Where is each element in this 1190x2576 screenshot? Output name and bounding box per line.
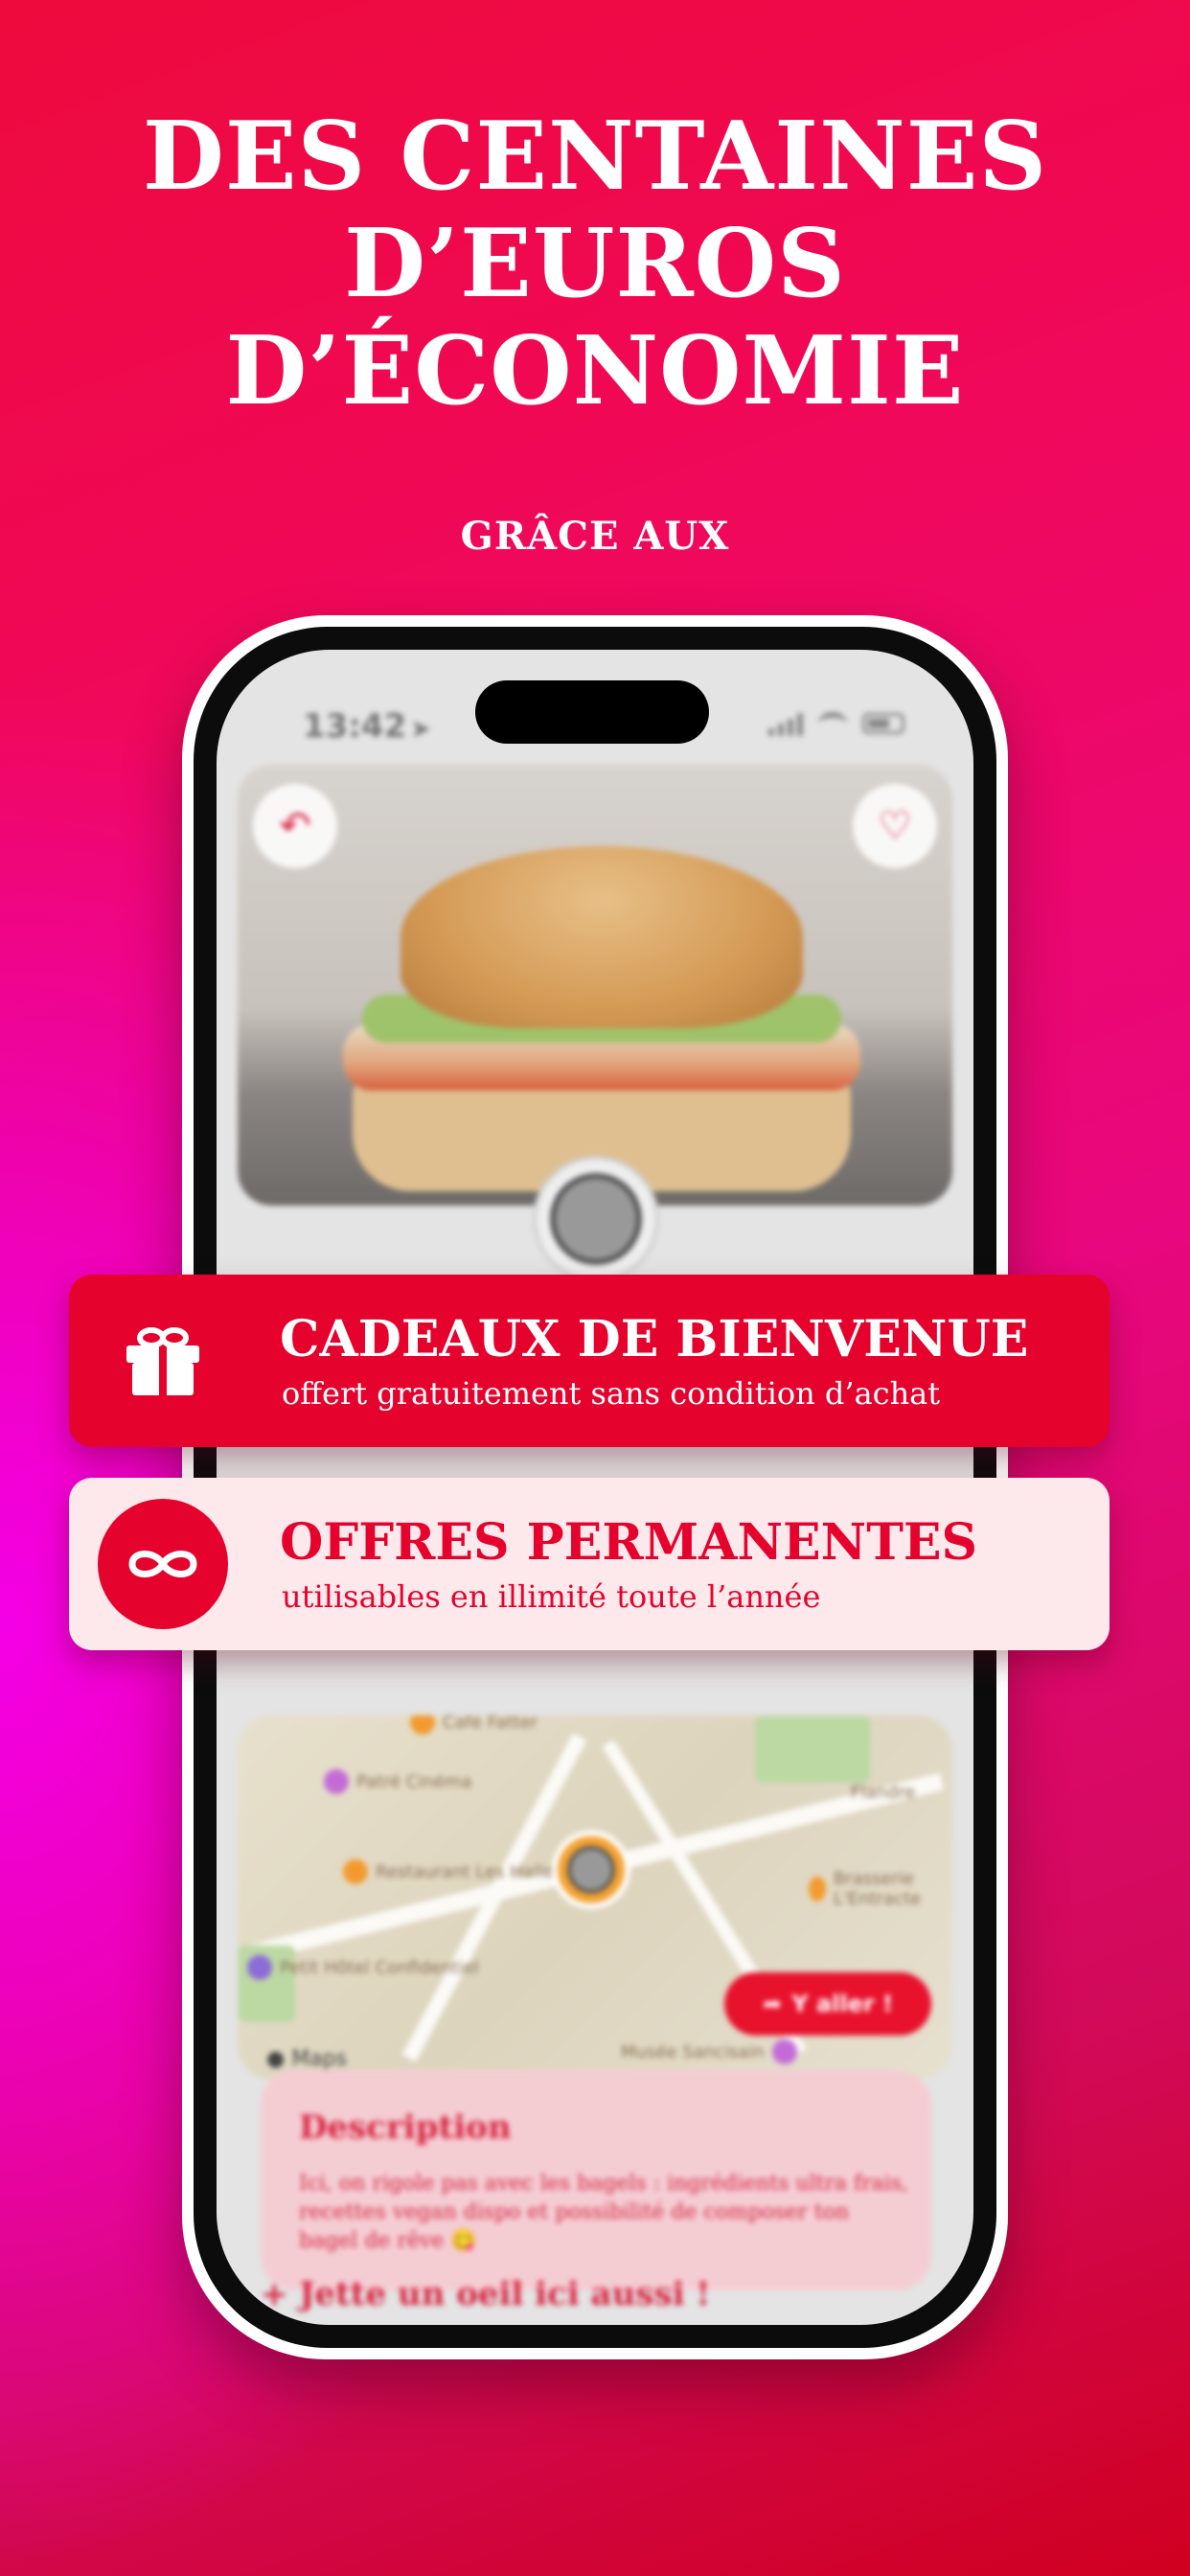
- restaurant-photo: ↶ ♡: [238, 765, 952, 1206]
- map-poi[interactable]: Restaurant Les Halles: [343, 1859, 562, 1884]
- cellular-signal-icon: [768, 711, 803, 736]
- permanent-offers-card: OFFRES PERMANENTES utilisables en illimi…: [69, 1478, 1110, 1650]
- restaurant-logo: [533, 1156, 659, 1282]
- description-title: Description: [299, 2108, 512, 2147]
- bagel-top-bun: [400, 846, 803, 1028]
- directions-button[interactable]: ➦ Y aller !: [724, 1972, 931, 2036]
- map-poi[interactable]: Flandre: [851, 1782, 915, 1803]
- favorite-button[interactable]: ♡: [853, 784, 937, 868]
- permanent-offers-title: OFFRES PERMANENTES: [280, 1513, 978, 1572]
- description-card: Description Ici, on rigole pas avec les …: [261, 2070, 931, 2290]
- maps-attribution: ● Maps: [266, 2047, 348, 2071]
- dynamic-island: [475, 680, 709, 744]
- gift-icon: [98, 1296, 228, 1426]
- plus-icon: +: [261, 2275, 300, 2313]
- undo-arrow-icon: ↶: [279, 804, 311, 848]
- map-park: [755, 1715, 870, 1782]
- permanent-offers-subtitle: utilisables en illimité toute l’année: [282, 1578, 821, 1615]
- location-map[interactable]: Café Fatter Patré Cinéma Restaurant Les …: [238, 1715, 952, 2080]
- battery-icon: [862, 713, 904, 734]
- directions-arrow-icon: ➦: [763, 1990, 783, 2017]
- heart-icon: ♡: [878, 804, 912, 848]
- welcome-gifts-card: CADEAUX DE BIENVENUE offert gratuitement…: [69, 1275, 1110, 1447]
- map-poi[interactable]: Brasserie L'Entracte: [809, 1869, 952, 1909]
- wifi-icon: [818, 712, 847, 735]
- headline-line-2: D’EUROS: [344, 209, 846, 319]
- map-poi[interactable]: Petit Hôtel Confidentiel: [247, 1955, 479, 1980]
- description-text: Ici, on rigole pas avec les bagels : ing…: [299, 2172, 909, 2253]
- headline-line-1: DES CENTAINES: [142, 102, 1048, 212]
- map-poi[interactable]: Patré Cinéma: [324, 1769, 472, 1794]
- restaurant-map-pin[interactable]: [552, 1830, 630, 1909]
- infinity-icon: [98, 1499, 228, 1629]
- see-also-heading: + Jette un oeil ici aussi !: [261, 2275, 711, 2313]
- subheadline: GRÂCE AUX: [460, 514, 730, 559]
- headline: DES CENTAINES D’EUROS D’ÉCONOMIE: [0, 104, 1190, 426]
- apple-logo-icon: ●: [266, 2047, 286, 2071]
- headline-line-3: D’ÉCONOMIE: [225, 316, 965, 426]
- map-poi[interactable]: Café Fatter: [410, 1715, 538, 1735]
- location-arrow-icon: ➤: [410, 715, 432, 744]
- back-button[interactable]: ↶: [253, 784, 337, 868]
- welcome-gifts-title: CADEAUX DE BIENVENUE: [280, 1310, 1029, 1368]
- welcome-gifts-subtitle: offert gratuitement sans condition d’ach…: [282, 1375, 941, 1412]
- status-bar-icons: [768, 711, 904, 736]
- status-bar-time: 13:42 ➤: [303, 707, 432, 746]
- map-poi[interactable]: Musée Sancisain: [621, 2039, 797, 2064]
